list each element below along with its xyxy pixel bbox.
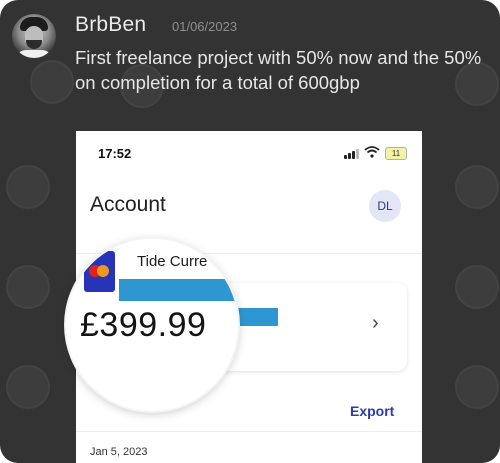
divider	[76, 431, 422, 432]
redacted-block	[234, 308, 278, 326]
magnifier-lens: Tide Curre nt £399.99	[66, 239, 238, 411]
card-subtitle: nt	[234, 294, 238, 304]
author-name[interactable]: BrbBen	[75, 13, 146, 37]
post-message: First freelance project with 50% now and…	[75, 47, 482, 93]
redacted-block	[119, 279, 238, 301]
wifi-icon	[364, 146, 380, 158]
watermark	[30, 60, 74, 104]
watermark	[455, 265, 499, 309]
card-name: Tide Curre	[137, 253, 208, 270]
page-title: Account	[90, 193, 166, 216]
watermark	[6, 165, 50, 209]
export-button[interactable]: Export	[350, 403, 394, 419]
post-card: BrbBen 01/06/2023 First freelance projec…	[0, 0, 500, 463]
signal-bars-icon	[344, 149, 359, 159]
watermark	[455, 365, 499, 409]
post-date: 01/06/2023	[172, 19, 238, 34]
battery-icon: 11	[385, 147, 407, 160]
transaction-date: Jan 5, 2023	[90, 446, 148, 458]
watermark	[455, 165, 499, 209]
watermark	[6, 265, 50, 309]
chevron-right-icon[interactable]: ›	[372, 312, 379, 335]
avatar[interactable]: DL	[369, 190, 401, 222]
author-avatar[interactable]	[12, 14, 56, 58]
status-time: 17:52	[98, 146, 132, 161]
balance-amount: £399.99	[80, 306, 207, 344]
watermark	[6, 365, 50, 409]
card-network-logo-icon	[84, 251, 115, 292]
